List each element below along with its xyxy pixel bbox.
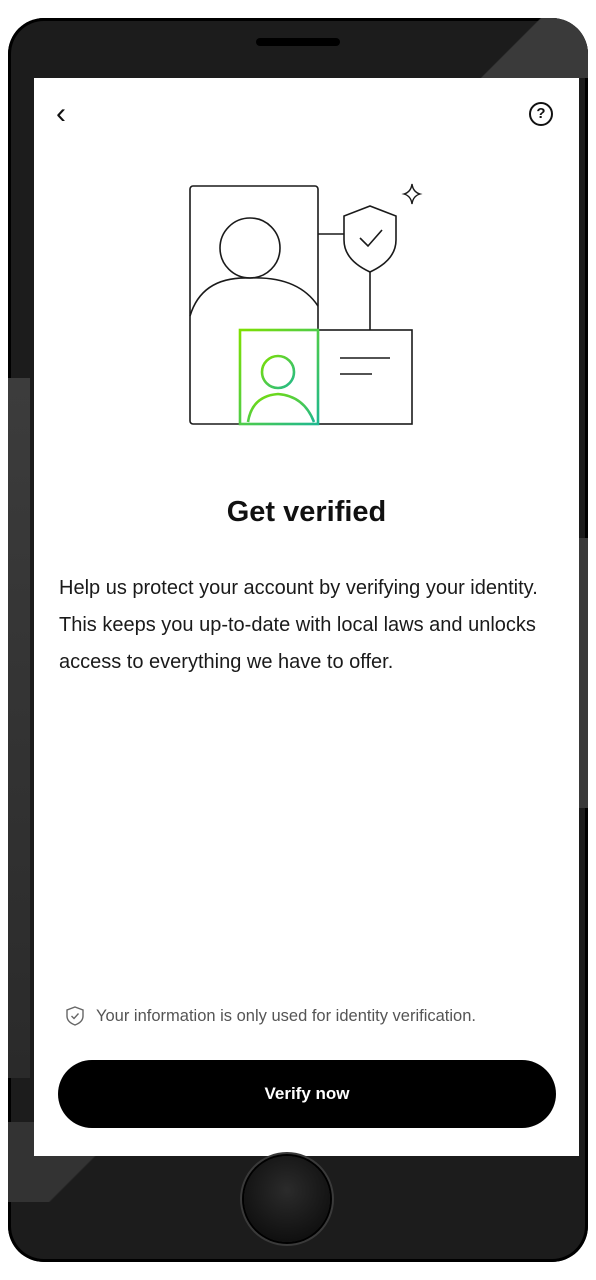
- verify-now-label: Verify now: [264, 1084, 350, 1103]
- question-circle-icon: ?: [536, 105, 546, 122]
- back-button[interactable]: ‹: [56, 98, 84, 130]
- identity-verification-illustration: [189, 183, 423, 426]
- help-button[interactable]: ?: [529, 102, 553, 126]
- privacy-note: Your information is only used for identi…: [64, 1004, 564, 1028]
- phone-edge-left: [8, 378, 30, 1078]
- page-description: Help us protect your account by verifyin…: [59, 577, 538, 673]
- shield-check-icon: [66, 1006, 84, 1026]
- privacy-note-text: Your information is only used for identi…: [96, 1006, 476, 1025]
- chevron-left-icon: ‹: [56, 97, 66, 130]
- phone-speaker: [256, 38, 340, 46]
- phone-frame: ‹ ? Get verified Help us protect your ac…: [8, 18, 588, 1262]
- screen: ‹ ? Get verified Help us protect your ac…: [34, 78, 579, 1156]
- page-title: Get verified: [226, 496, 387, 528]
- phone-glare: [468, 18, 588, 78]
- verify-now-button[interactable]: Verify now: [58, 1060, 556, 1128]
- home-button[interactable]: [244, 1156, 330, 1242]
